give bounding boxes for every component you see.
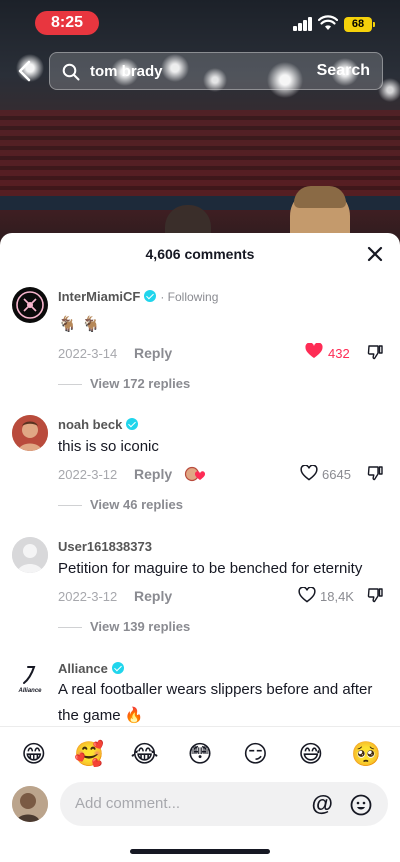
back-arrow-icon[interactable] [14,58,36,84]
like-count: 6645 [322,467,351,482]
user-photo-icon [12,786,48,822]
default-avatar-icon [12,537,48,573]
comments-count-title: 4,606 comments [145,246,255,262]
search-query[interactable]: tom brady [90,63,163,80]
current-user-avatar [12,786,48,822]
comment-text: A real footballer wears slippers before … [58,681,373,724]
search-button[interactable]: Search [317,62,370,80]
avatar[interactable]: Alliance [12,661,48,697]
verified-badge-icon [126,418,139,430]
like-count: 432 [328,346,350,361]
wifi-icon [318,15,338,30]
heart-outline-icon[interactable] [300,465,318,481]
quick-emoji-bar: 😁 🥰 😂 😳 😏 😅 🥺 [0,726,400,780]
alliance-logo-icon: Alliance [17,666,42,694]
verified-badge-icon [144,290,157,302]
comment-text: this is so iconic [58,438,159,455]
emoji-picker-icon[interactable] [350,794,372,816]
dislike-icon[interactable] [367,344,383,360]
comment-input-placeholder[interactable]: Add comment... [75,795,180,812]
status-time: 8:25 [35,11,99,35]
add-comment-input[interactable]: Add comment... @ [60,782,388,826]
view-replies-button[interactable]: View 46 replies [58,497,183,512]
home-indicator [130,849,270,854]
emoji-pleading[interactable]: 🥺 [346,740,386,768]
creator-liked-icon [184,466,206,482]
avatar[interactable] [12,537,48,573]
emoji-smirk[interactable]: 😏 [235,740,275,768]
emoji-tears-of-joy[interactable]: 😂 [125,740,165,768]
view-replies-button[interactable]: View 139 replies [58,619,190,634]
battery-indicator: 68 [344,17,375,32]
mention-icon[interactable]: @ [312,791,333,817]
emoji-sweat-smile[interactable]: 😅 [291,740,331,768]
comment-text: 🐐 🐐 [58,315,101,333]
dislike-icon[interactable] [367,587,383,603]
emoji-grin[interactable]: 😁 [14,740,54,768]
following-label: · Following [160,290,219,304]
avatar[interactable] [12,287,48,323]
search-bar[interactable]: tom brady Search [49,52,383,90]
search-icon [62,63,80,81]
comment-date: 2022-3-14 [58,346,118,361]
comment-date: 2022-3-12 [58,467,118,482]
cellular-signal-icon [293,17,313,31]
reply-button[interactable]: Reply [134,345,172,361]
reply-button[interactable]: Reply [134,466,172,482]
stadium-stands [0,110,400,200]
svg-text:Alliance: Alliance [17,688,42,694]
dislike-icon[interactable] [367,465,383,481]
heart-filled-icon[interactable] [305,343,323,359]
comment-username[interactable]: User161838373 [58,539,152,554]
status-bar: 8:25 68 [0,0,400,44]
reply-button[interactable]: Reply [134,588,172,604]
comment-username[interactable]: InterMiamiCF · Following [58,289,218,304]
heart-outline-icon[interactable] [298,587,316,603]
avatar[interactable] [12,415,48,451]
emoji-hearts-face[interactable]: 🥰 [69,740,109,768]
view-replies-button[interactable]: View 172 replies [58,376,190,391]
comment-date: 2022-3-12 [58,589,118,604]
inter-miami-logo-icon [16,291,44,319]
comment-username[interactable]: Alliance [58,661,124,676]
user-photo-icon [12,415,48,451]
comment-username[interactable]: noah beck [58,417,139,432]
verified-badge-icon [111,662,124,674]
comment-text: Petition for maguire to be benched for e… [58,560,363,577]
emoji-flushed[interactable]: 😳 [180,740,220,768]
like-count: 18,4K [320,589,354,604]
close-icon[interactable] [366,245,384,263]
